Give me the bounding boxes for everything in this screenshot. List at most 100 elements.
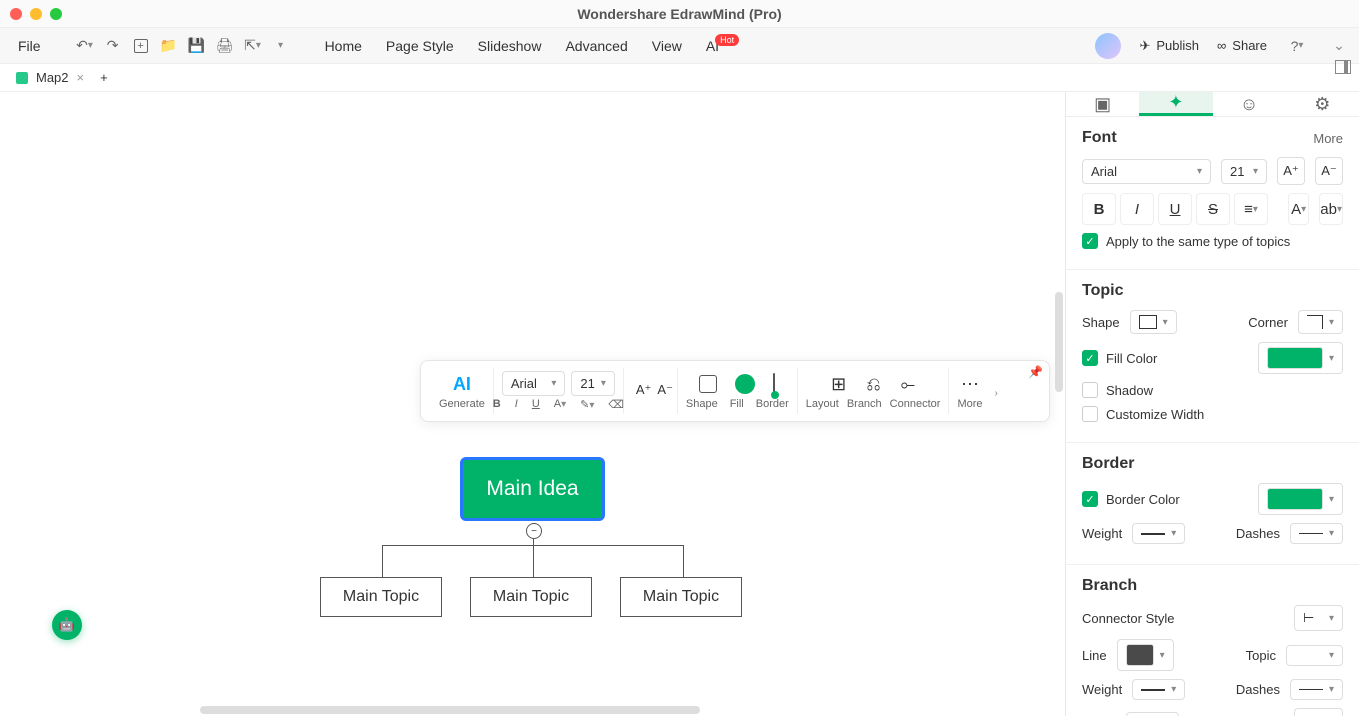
ft-increase-font-button[interactable]: A⁺	[636, 382, 652, 398]
bordercolor-select[interactable]: ▾	[1258, 483, 1343, 515]
menu-advanced[interactable]: Advanced	[555, 34, 637, 58]
vertical-scrollbar[interactable]	[1055, 292, 1063, 392]
menubar: File ↶ ▾ ↷ + 📁 💾 🖨 ⇱ ▾ ▾ Home Page Style…	[0, 28, 1359, 64]
ft-font-family-select[interactable]: Arial▾	[502, 371, 566, 396]
share-icon: ∞	[1217, 38, 1226, 53]
ft-layout-button[interactable]: Layout	[806, 398, 839, 410]
shape-select[interactable]: ▾	[1130, 310, 1177, 334]
menu-view[interactable]: View	[642, 34, 692, 58]
branch-topic-select[interactable]: ▾	[1286, 645, 1343, 666]
branch-weight-select[interactable]: ▾	[1132, 679, 1185, 700]
ft-shape-button[interactable]: Shape	[686, 398, 718, 410]
minimize-window-button[interactable]	[30, 8, 42, 20]
ft-border-button[interactable]: Border	[756, 398, 789, 410]
titlebar: Wondershare EdrawMind (Pro)	[0, 0, 1359, 28]
border-dashes-select[interactable]: ▾	[1290, 523, 1343, 544]
tab-label: Map2	[36, 70, 69, 85]
bold-button[interactable]: B	[1082, 193, 1116, 225]
tab-map2[interactable]: Map2 ×	[6, 68, 94, 87]
chatbot-button[interactable]: 🤖	[52, 610, 82, 640]
apply-same-type-label: Apply to the same type of topics	[1106, 234, 1290, 249]
new-button[interactable]: +	[129, 34, 153, 58]
panel-tab-outline[interactable]: ▣	[1066, 92, 1139, 116]
pin-toolbar-button[interactable]: 📌	[1028, 365, 1043, 379]
side-panel-tabs: ▣ ✦ ☺ ⚙	[1066, 92, 1359, 117]
panel-tab-settings[interactable]: ⚙	[1286, 92, 1359, 116]
print-button[interactable]: 🖨	[213, 34, 237, 58]
ft-overflow-button[interactable]: ›	[991, 384, 1002, 399]
user-avatar[interactable]	[1095, 33, 1121, 59]
maximize-window-button[interactable]	[50, 8, 62, 20]
increase-font-button[interactable]: A⁺	[1277, 157, 1305, 185]
redo-button[interactable]: ↷	[101, 34, 125, 58]
expand-button[interactable]: ⌄	[1327, 34, 1351, 58]
branch-dashes-select[interactable]: ▾	[1290, 679, 1343, 700]
decrease-font-button[interactable]: A⁻	[1315, 157, 1343, 185]
align-button[interactable]: ≡▾	[1234, 193, 1268, 225]
ft-highlight-button[interactable]: ✎▾	[580, 398, 594, 411]
underline-button[interactable]: U	[1158, 193, 1192, 225]
font-more-link[interactable]: More	[1313, 131, 1343, 146]
fillcolor-checkbox[interactable]: ✓	[1082, 350, 1098, 366]
corner-select[interactable]: ▾	[1298, 310, 1343, 334]
ft-decrease-font-button[interactable]: A⁻	[657, 382, 673, 398]
ft-font-size-select[interactable]: 21▾	[571, 371, 615, 396]
ft-more-button[interactable]: More	[957, 398, 982, 410]
menu-pagestyle[interactable]: Page Style	[376, 34, 464, 58]
collapse-toggle[interactable]: −	[526, 523, 542, 539]
fontcolor-button[interactable]: A▾	[1288, 193, 1309, 225]
close-tab-button[interactable]: ×	[77, 70, 85, 85]
bordercolor-checkbox[interactable]: ✓	[1082, 491, 1098, 507]
italic-button[interactable]: I	[1120, 193, 1154, 225]
open-button[interactable]: 📁	[157, 34, 181, 58]
shadow-checkbox[interactable]	[1082, 382, 1098, 398]
ft-ai-generate[interactable]: AI Generate	[431, 368, 494, 414]
apply-same-type-checkbox[interactable]: ✓	[1082, 233, 1098, 249]
ft-branch-button[interactable]: Branch	[847, 398, 882, 410]
textcase-button[interactable]: ab▾	[1319, 193, 1343, 225]
export-button[interactable]: ⇱ ▾	[241, 34, 265, 58]
section-font: FontMore Arial▾ 21▾ A⁺ A⁻ B I U S ≡▾ A▾ …	[1066, 117, 1359, 270]
ft-underline-button[interactable]: U	[532, 398, 540, 411]
share-button[interactable]: ∞Share	[1217, 38, 1267, 53]
font-family-select[interactable]: Arial▾	[1082, 159, 1211, 184]
panel-tab-emoji[interactable]: ☺	[1213, 92, 1286, 116]
fillcolor-label: Fill Color	[1106, 351, 1157, 366]
close-window-button[interactable]	[10, 8, 22, 20]
menu-slideshow[interactable]: Slideshow	[468, 34, 552, 58]
help-button[interactable]: ? ▾	[1285, 34, 1309, 58]
child-node-1[interactable]: Main Topic	[320, 577, 442, 617]
branch-arrow-select[interactable]: ▾	[1126, 712, 1179, 716]
child-node-3[interactable]: Main Topic	[620, 577, 742, 617]
export-more-button[interactable]: ▾	[269, 34, 293, 58]
ft-fontcolor-button[interactable]: A▾	[554, 398, 566, 411]
strikethrough-button[interactable]: S	[1196, 193, 1230, 225]
menu-file[interactable]: File	[8, 34, 51, 58]
menu-ai[interactable]: AIHot	[696, 34, 753, 58]
new-tab-button[interactable]: +	[100, 70, 108, 85]
root-node[interactable]: Main Idea	[460, 457, 605, 521]
panel-tab-style[interactable]: ✦	[1139, 92, 1212, 116]
publish-button[interactable]: ✈Publish	[1139, 38, 1199, 54]
connstyle-select[interactable]: ⊢▾	[1294, 605, 1343, 631]
customwidth-checkbox[interactable]	[1082, 406, 1098, 422]
undo-button[interactable]: ↶ ▾	[73, 34, 97, 58]
child-node-2[interactable]: Main Topic	[470, 577, 592, 617]
ft-connector-button[interactable]: Connector	[890, 398, 941, 410]
ft-bold-button[interactable]: B	[493, 398, 501, 411]
branch-tapered-select[interactable]: ⌒▾	[1294, 708, 1343, 716]
ft-fill-button[interactable]: Fill	[730, 398, 744, 410]
fillcolor-select[interactable]: ▾	[1258, 342, 1343, 374]
branch-line-select[interactable]: ▾	[1117, 639, 1174, 671]
shadow-label: Shadow	[1106, 383, 1153, 398]
ft-italic-button[interactable]: I	[515, 398, 518, 411]
horizontal-scrollbar[interactable]	[200, 706, 700, 714]
ft-clearformat-button[interactable]: ⌫	[608, 398, 624, 411]
menu-home[interactable]: Home	[315, 34, 372, 58]
font-size-select[interactable]: 21▾	[1221, 159, 1267, 184]
save-button[interactable]: 💾	[185, 34, 209, 58]
toggle-panel-button[interactable]	[1335, 60, 1351, 74]
branch-dashes-label: Dashes	[1236, 682, 1280, 697]
canvas[interactable]: 📌 AI Generate Arial▾ 21▾ B I U A▾ ✎▾ ⌫	[0, 92, 1065, 716]
border-weight-select[interactable]: ▾	[1132, 523, 1185, 544]
